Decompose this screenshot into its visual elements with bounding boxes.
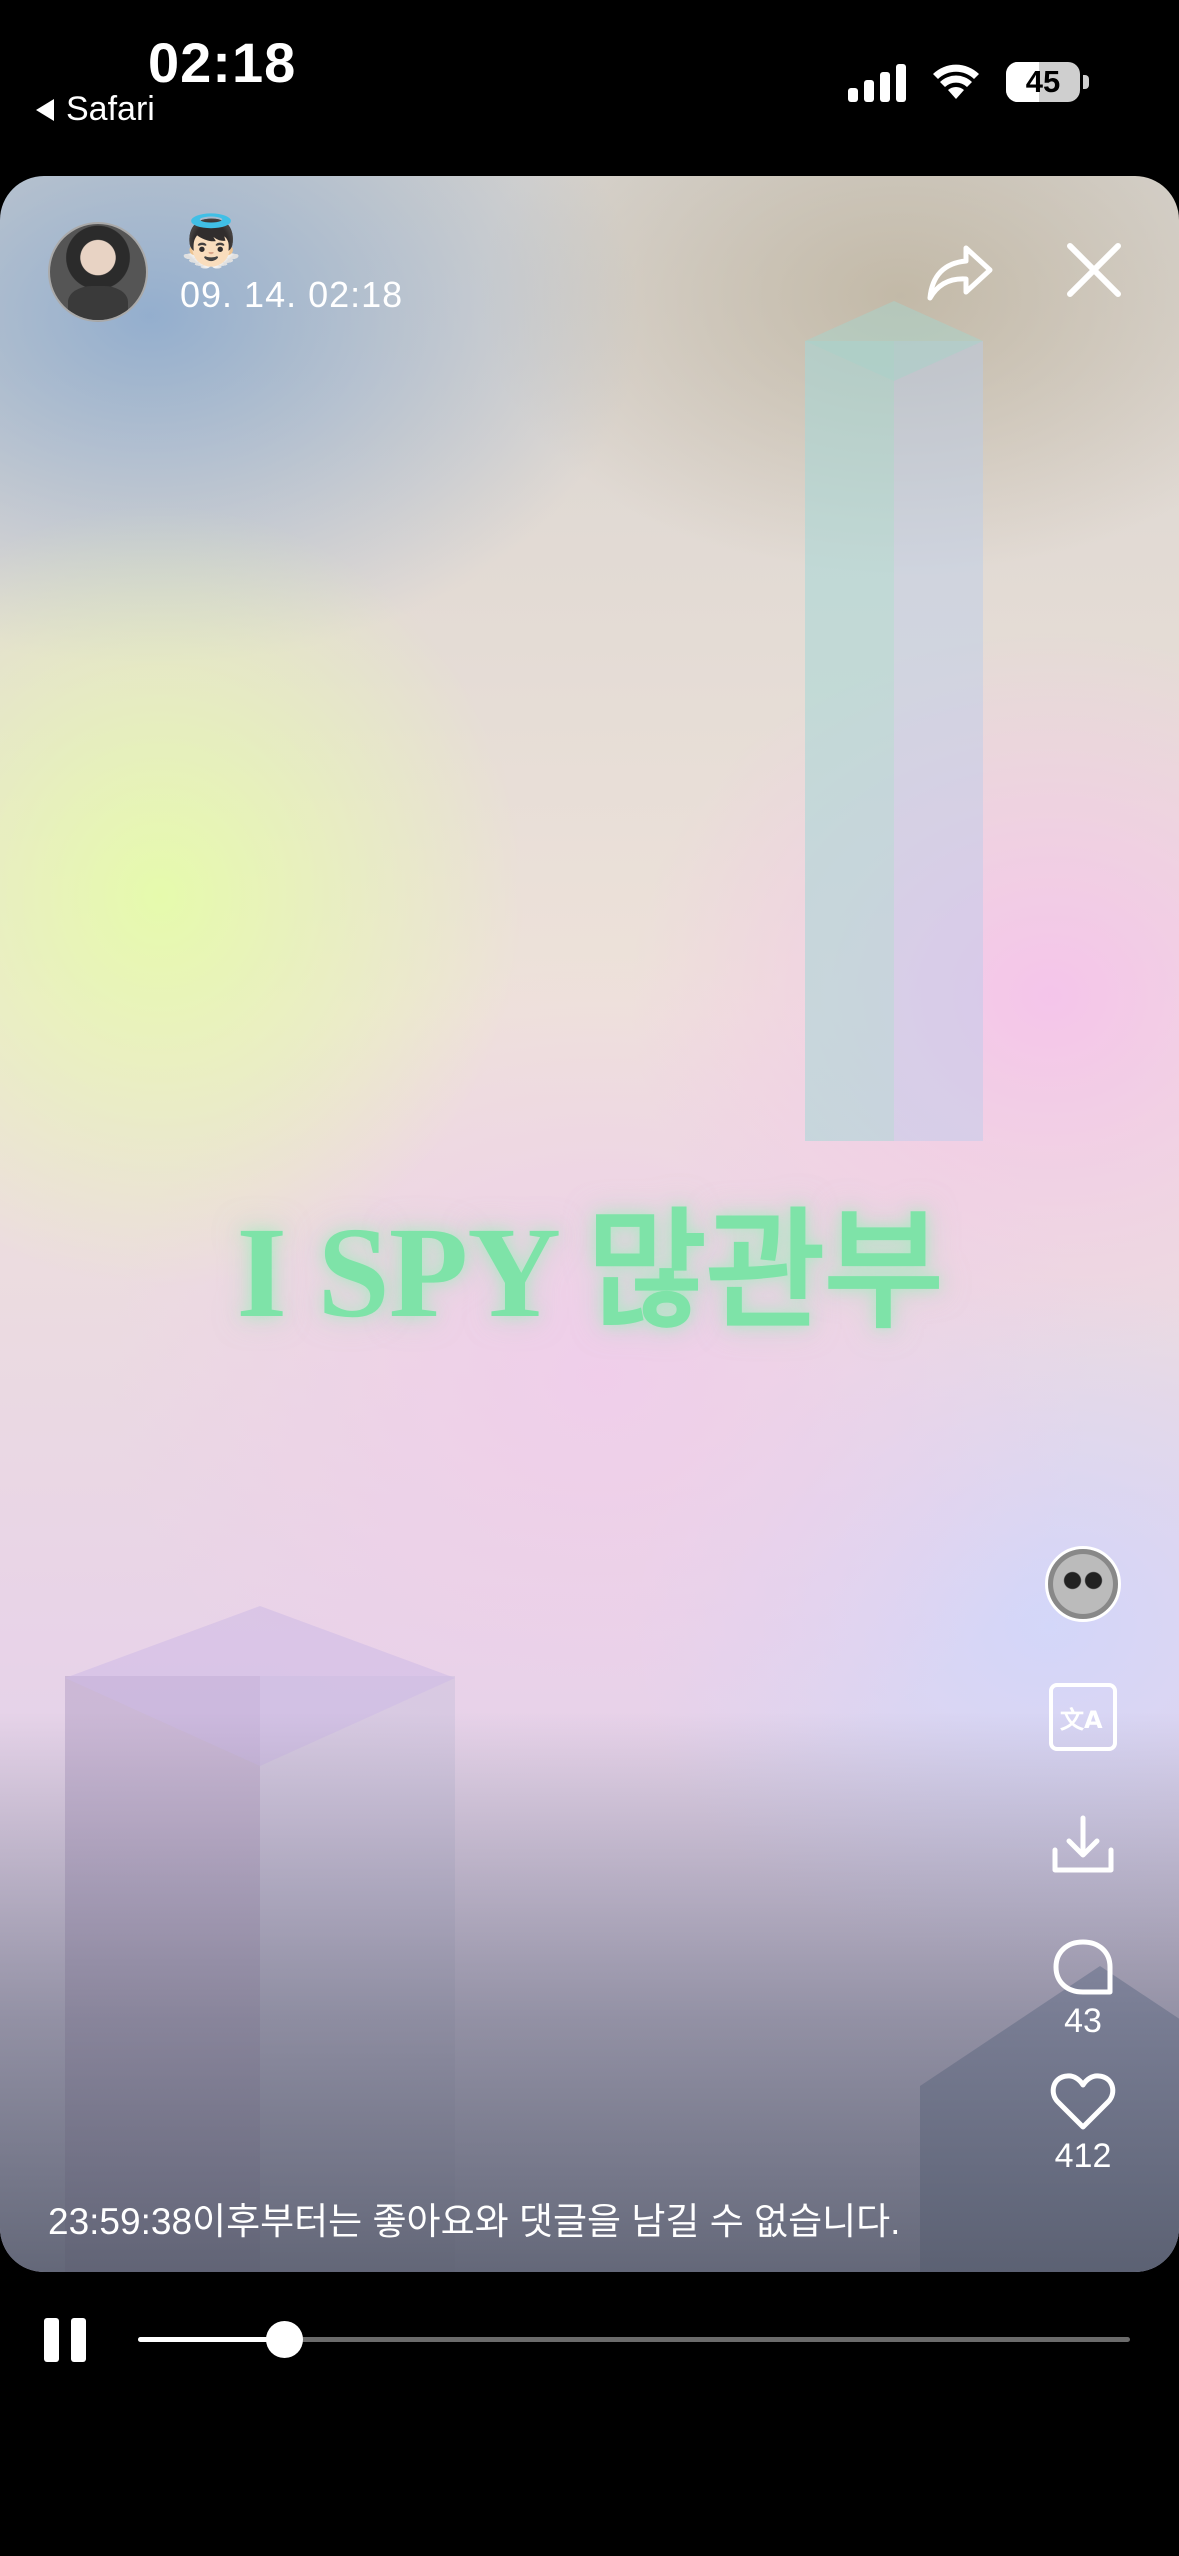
heart-icon — [1050, 2073, 1116, 2130]
comment-deadline-notice: 23:59:38이후부터는 좋아요와 댓글을 남길 수 없습니다. — [48, 2201, 901, 2242]
pause-icon[interactable] — [44, 2318, 86, 2362]
background-pillar — [805, 301, 983, 1171]
comment-count: 43 — [1064, 2002, 1102, 2040]
translate-icon[interactable]: 文A — [1048, 1682, 1118, 1752]
like-button[interactable]: 412 — [1050, 2071, 1116, 2176]
music-disc-icon[interactable] — [1045, 1546, 1121, 1622]
battery-icon: 45 — [1006, 62, 1089, 102]
story-card[interactable]: 👼🏻 09. 14. 02:18 I SPY 많관부 文A 43 412 23:… — [0, 176, 1179, 2272]
back-app-label: Safari — [66, 90, 155, 128]
background-pillar — [65, 1606, 455, 2272]
story-main-text: I SPY 많관부 — [236, 1201, 943, 1345]
progress-played — [138, 2337, 284, 2342]
share-icon[interactable] — [922, 236, 998, 312]
cellular-signal-icon — [848, 62, 906, 102]
progress-track[interactable] — [138, 2321, 1130, 2358]
post-time: 09. 14. 02:18 — [180, 274, 404, 315]
svg-text:文A: 文A — [1060, 1706, 1103, 1734]
comment-button[interactable]: 43 — [1052, 1938, 1114, 2041]
avatar[interactable] — [48, 222, 148, 322]
like-count: 412 — [1054, 2137, 1112, 2175]
comment-icon — [1053, 1939, 1113, 1995]
back-triangle-icon — [36, 98, 54, 121]
battery-level: 45 — [1025, 64, 1061, 99]
back-to-app-button[interactable]: Safari — [36, 90, 155, 129]
progress-thumb[interactable] — [265, 2321, 303, 2358]
status-time: 02:18 — [148, 31, 297, 94]
download-icon[interactable] — [1050, 1812, 1116, 1878]
side-actions: 文A 43 412 — [1043, 1546, 1123, 2176]
wifi-icon — [933, 64, 979, 99]
status-indicators: 45 — [848, 62, 1089, 102]
close-icon[interactable] — [1064, 240, 1124, 300]
mood-emoji: 👼🏻 — [180, 213, 243, 269]
